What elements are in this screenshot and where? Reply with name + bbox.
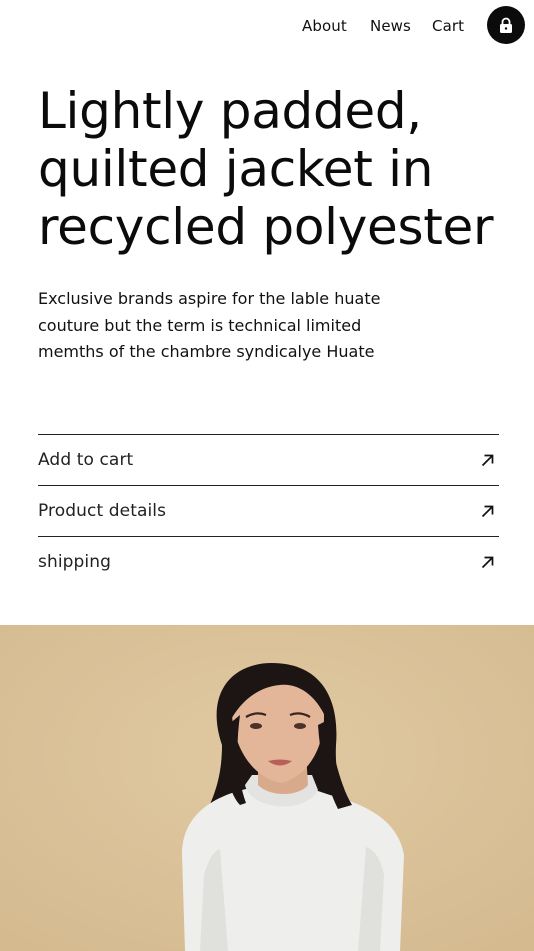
lock-icon: [500, 17, 512, 33]
product-title: Lightly padded, quilted jacket in recycl…: [38, 82, 494, 256]
nav-link-about[interactable]: About: [302, 17, 347, 35]
nav-link-news[interactable]: News: [370, 17, 411, 35]
shipping-row[interactable]: shipping: [38, 536, 499, 587]
product-details-label: Product details: [38, 501, 167, 521]
product-details-row[interactable]: Product details: [38, 485, 499, 536]
arrow-up-right-icon: [479, 452, 495, 468]
model-photo: [0, 625, 534, 951]
add-to-cart-label: Add to cart: [38, 450, 134, 470]
shipping-label: shipping: [38, 552, 112, 572]
add-to-cart-row[interactable]: Add to cart: [38, 434, 499, 485]
product-action-list: Add to cart Product details shipping: [38, 434, 499, 587]
arrow-up-right-icon: [479, 554, 495, 570]
product-description: Exclusive brands aspire for the lable hu…: [38, 289, 381, 361]
model-illustration: [0, 625, 534, 951]
lock-button[interactable]: [487, 6, 525, 44]
top-nav: About News Cart: [0, 0, 534, 52]
arrow-up-right-icon: [479, 503, 495, 519]
nav-link-cart[interactable]: Cart: [432, 17, 464, 35]
